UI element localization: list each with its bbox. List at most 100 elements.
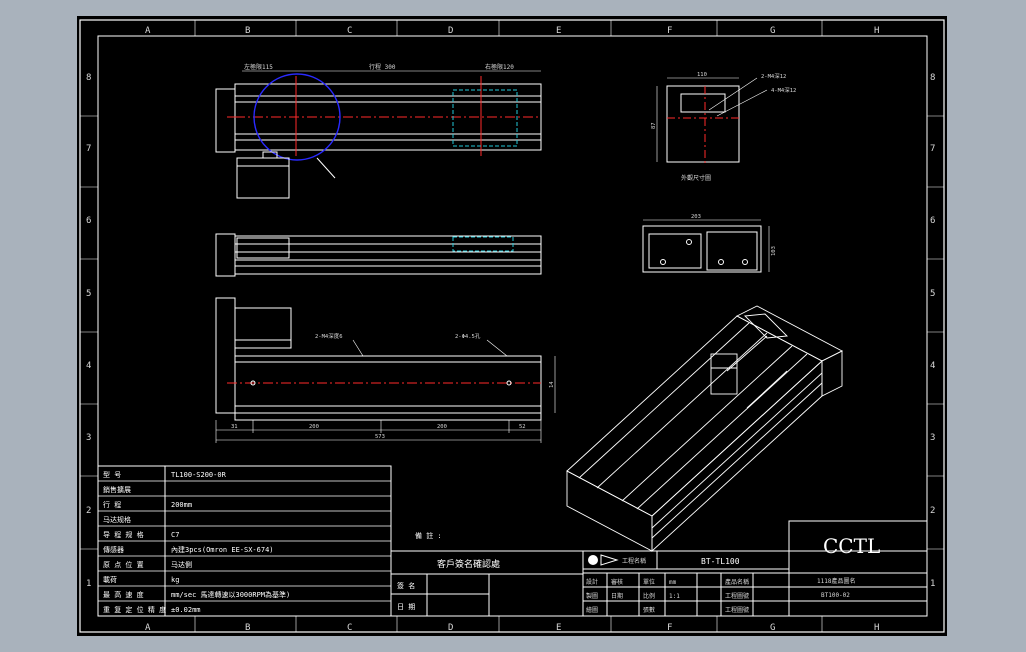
- total-label: 573: [375, 434, 385, 440]
- title-logo-mark: [588, 555, 598, 565]
- grid-row-left-7: 7: [86, 144, 91, 154]
- title-cell: 繪圖: [586, 606, 598, 614]
- spec-value: 马达側: [171, 560, 192, 569]
- spec-label: 原 点 位 置: [103, 560, 144, 569]
- grid-row-left-3: 3: [86, 433, 91, 443]
- logo-text: CCTL: [823, 534, 880, 558]
- title-cell: 單位: [643, 578, 655, 586]
- grid-col-top-E: E: [556, 26, 561, 36]
- spec-label: 最 高 速 度: [103, 590, 144, 599]
- end-view-note: 外觀尺寸圖: [681, 174, 711, 182]
- bottom-view: 2-M4深度6 2-Φ4.5孔 31 200 200 52 573 14: [215, 297, 556, 443]
- grid-col-top-F: F: [667, 26, 672, 36]
- side-dim-label: 14: [549, 381, 555, 388]
- grid-row-right-5: 5: [930, 289, 935, 299]
- notes-label: 備 註 :: [415, 531, 442, 540]
- sign-label: 簽 名: [397, 581, 415, 590]
- title-cell: 1:1: [669, 593, 680, 600]
- side-width-label: 203: [691, 214, 701, 220]
- grid-col-bottom-A: A: [145, 623, 151, 633]
- spec-value: mm/sec 馬達轉速以3000RPM為基準): [171, 590, 290, 599]
- title-cell: 審核: [611, 578, 623, 586]
- title-cell: 日期: [611, 592, 623, 600]
- grid-col-top-G: G: [770, 26, 775, 36]
- title-cell: 比例: [643, 592, 655, 600]
- mount-note: 2-Φ4.5孔: [455, 332, 481, 340]
- grid-col-top-C: C: [347, 26, 352, 36]
- grid-row-left-4: 4: [86, 361, 91, 371]
- title-logo-arrow: [600, 554, 619, 566]
- isometric-view: [566, 305, 843, 553]
- seg-left-label: 31: [231, 424, 238, 430]
- date-label: 日 期: [397, 603, 415, 611]
- title-block: 工程名稱 BT-TL100 CCTL 1118產品圖名 BT100-02 設計 審…: [582, 520, 928, 617]
- spec-label: 載荷: [103, 575, 117, 584]
- spec-value: kg: [171, 576, 179, 584]
- grid-col-bottom-F: F: [667, 623, 672, 633]
- grid-col-top-A: A: [145, 26, 151, 36]
- cad-drawing: AABBCCDDEEFFGGHH8 87 76 65 54 43 32 21 1 左極限115 …: [79, 19, 945, 633]
- grid-row-left-6: 6: [86, 216, 91, 226]
- left-travel-label: 左極限115: [244, 63, 273, 71]
- spec-value: 200mm: [171, 501, 192, 509]
- grid-col-top-D: D: [448, 26, 453, 36]
- drawing-sheet: AABBCCDDEEFFGGHH8877665544332211 左極限115 …: [77, 16, 947, 636]
- top-view: 左極限115 行程 300 右極限120: [215, 63, 542, 199]
- title-cell: mm: [669, 579, 677, 586]
- end-view: 110 87 2-M4深12 4-M4深12 外觀尺寸圖: [651, 72, 796, 182]
- drawing-title: BT-TL100: [701, 557, 740, 566]
- grid-col-bottom-C: C: [347, 623, 352, 633]
- seg-right-label: 52: [519, 424, 526, 430]
- rail-note: 2-M4深度6: [315, 332, 343, 340]
- spec-table: 型 号 TL100-S200-0R 銷售擴展行 程 200mm 马达规格导 程 规 格 C…: [97, 465, 392, 617]
- grid-row-left-5: 5: [86, 289, 91, 299]
- side-height-label: 103: [771, 246, 777, 256]
- travel-label: 行程 300: [369, 63, 396, 71]
- grid-col-bottom-G: G: [770, 623, 775, 633]
- grid-row-left-8: 8: [86, 73, 91, 83]
- grid-row-right-3: 3: [930, 433, 935, 443]
- grid-row-right-1: 1: [930, 579, 935, 589]
- title-cell: 製圖: [586, 592, 598, 600]
- spec-label: 导 程 规 格: [103, 530, 144, 539]
- spec-label: 傳感器: [103, 545, 124, 554]
- spec-label: 重 复 定 位 精 度: [103, 605, 166, 614]
- grid-row-left-2: 2: [86, 506, 91, 516]
- grid-col-bottom-H: H: [874, 623, 879, 633]
- grid-row-right-2: 2: [930, 506, 935, 516]
- grid-row-right-4: 4: [930, 361, 935, 371]
- spec-label: 銷售擴展: [103, 485, 131, 494]
- title-cell: 設計: [586, 578, 598, 586]
- right-travel-label: 右極限120: [485, 63, 514, 71]
- side-view: 203 103: [642, 214, 777, 273]
- grid-row-right-6: 6: [930, 216, 935, 226]
- grid-row-left-1: 1: [86, 579, 91, 589]
- spec-value: 內建3pcs(Omron EE-SX-674): [171, 545, 274, 554]
- spec-label: 型 号: [103, 470, 121, 479]
- seg-a-label: 200: [309, 424, 319, 430]
- grid-row-right-8: 8: [930, 73, 935, 83]
- company-label: 工程名稱: [622, 557, 646, 565]
- hole-b-label: 4-M4深12: [771, 86, 796, 94]
- title-cell: 工程圖號: [725, 592, 749, 600]
- spec-value: TL100-S200-0R: [171, 471, 227, 479]
- hole-a-label: 2-M4深12: [761, 72, 786, 80]
- grid-col-top-H: H: [874, 26, 879, 36]
- drawing-no: BT100-02: [821, 592, 850, 599]
- inner-border: [97, 35, 928, 617]
- grid-col-bottom-B: B: [245, 623, 250, 633]
- confirm-title: 客戶簽名確認處: [437, 558, 500, 570]
- title-cell: 產品名稱: [725, 578, 749, 586]
- spec-value: ±0.02mm: [171, 606, 201, 614]
- front-view: [215, 233, 542, 277]
- hidden-carriage: [452, 89, 518, 147]
- product-label: 1118產品圖名: [817, 577, 855, 585]
- seg-b-label: 200: [437, 424, 447, 430]
- grid-col-bottom-D: D: [448, 623, 453, 633]
- title-cell: 工程圖號: [725, 606, 749, 614]
- confirm-block: 客戶簽名確認處 簽 名 日 期: [390, 550, 584, 617]
- spec-label: 行 程: [103, 500, 121, 509]
- grid-row-right-7: 7: [930, 144, 935, 154]
- spec-value: C7: [171, 531, 179, 539]
- height-87-label: 87: [651, 122, 657, 129]
